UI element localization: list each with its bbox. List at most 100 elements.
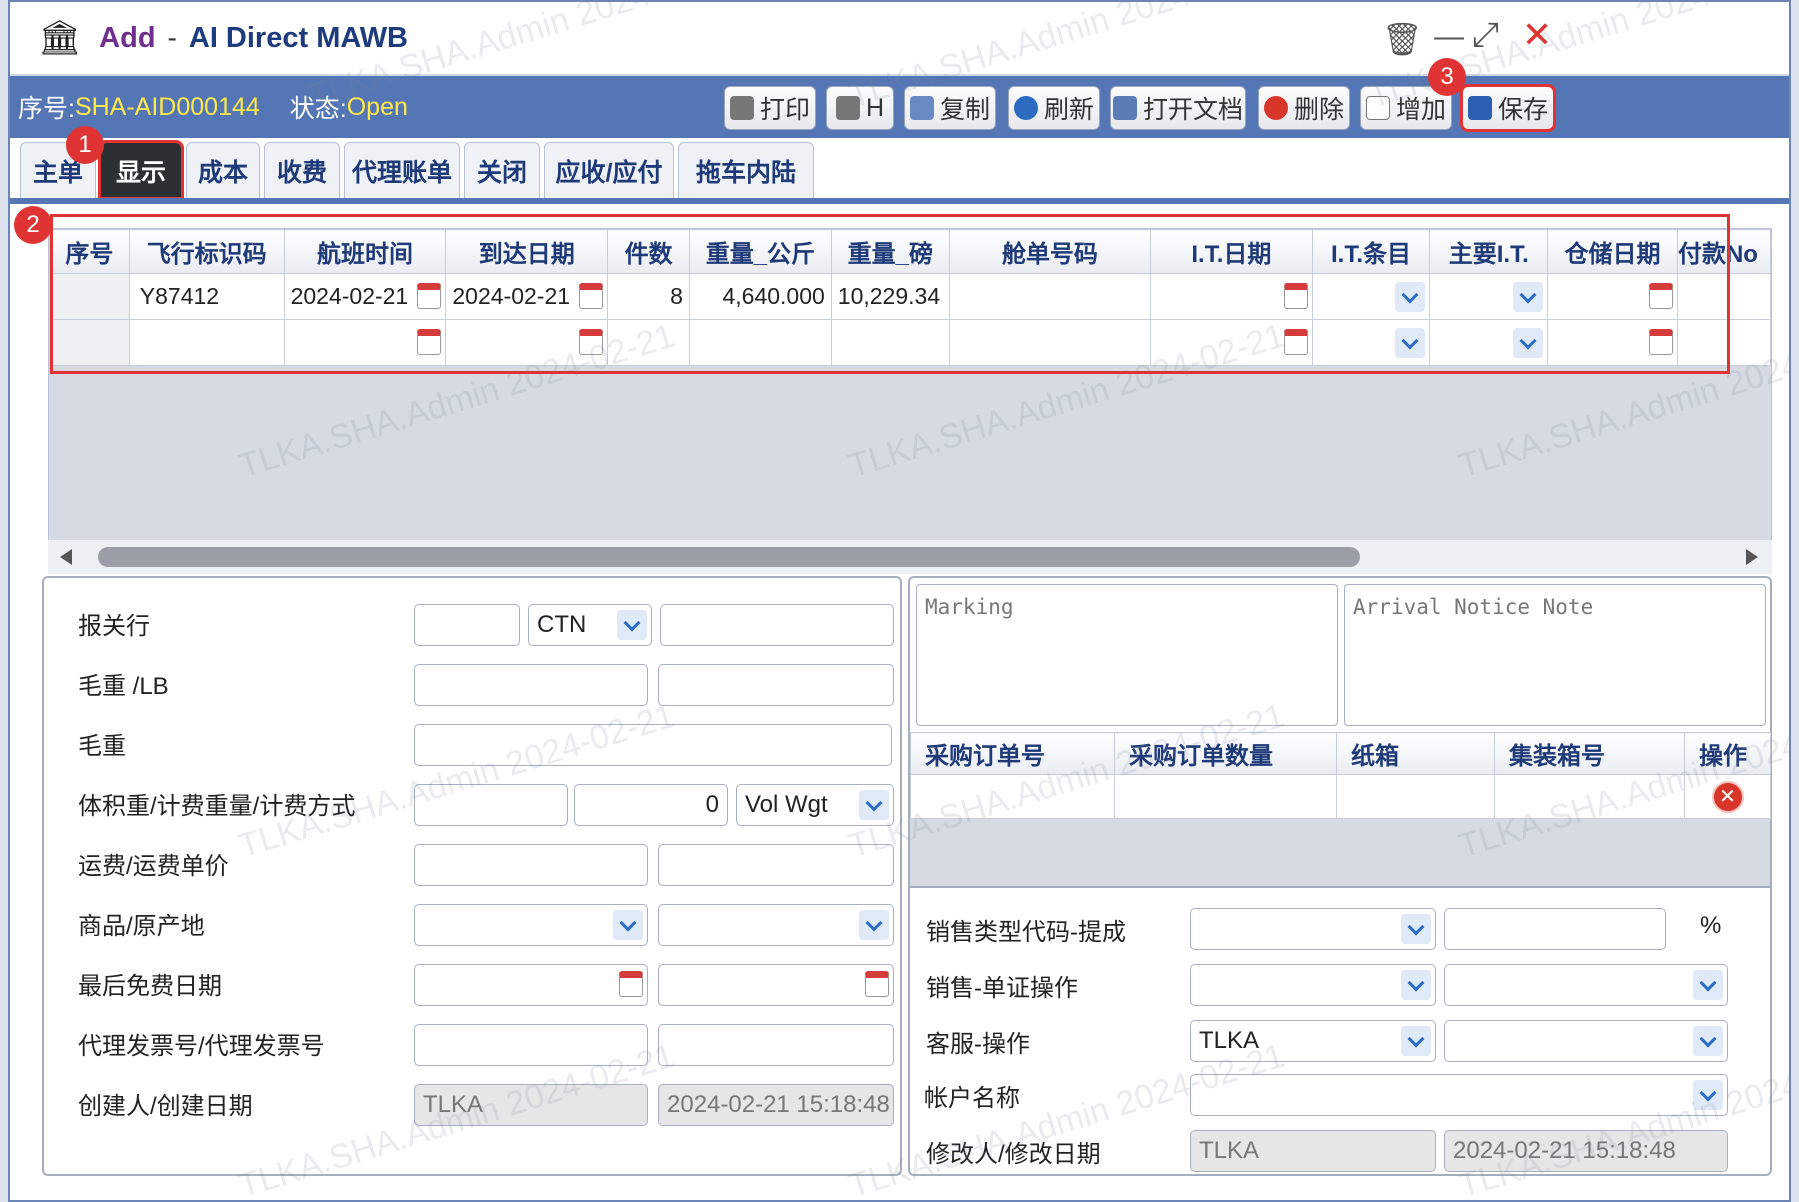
refresh-icon <box>1013 96 1038 120</box>
cs-label: 客服-操作 <box>926 1031 1030 1058</box>
status-value: Open <box>346 92 408 121</box>
account-select[interactable] <box>1190 1074 1728 1116</box>
col-header[interactable]: 操作 <box>1684 732 1771 775</box>
scroll-thumb[interactable] <box>98 547 1360 567</box>
gross-label: 毛重 <box>78 733 126 760</box>
charge-method-value: Vol Wgt <box>745 791 828 818</box>
printer-icon <box>835 96 860 120</box>
maximize-icon[interactable]: ⤢ <box>1472 16 1499 55</box>
operator-select[interactable] <box>1444 1020 1728 1062</box>
delete-icon <box>1263 96 1288 120</box>
chevron-down-icon[interactable] <box>1693 1026 1723 1056</box>
tab-underline <box>10 198 1789 204</box>
open-doc-icon <box>1112 96 1137 120</box>
chevron-down-icon[interactable] <box>859 910 889 940</box>
create-date-field: 2024-02-21 15:18:48 <box>658 1084 894 1126</box>
calendar-icon[interactable] <box>865 971 889 997</box>
annotation-badge-2: 2 <box>14 206 52 244</box>
copy-button[interactable]: 复制 <box>904 86 996 130</box>
col-header[interactable]: 采购订单号 <box>910 732 1115 775</box>
minimize-icon[interactable]: — <box>1434 20 1464 54</box>
header-toolbar: 序号: SHA-AID000144 状态: Open 打印 H 复制 刷新 打开… <box>10 76 1789 138</box>
agent-invoice-label: 代理发票号/代理发票号 <box>78 1033 325 1060</box>
chevron-down-icon[interactable] <box>1401 914 1431 944</box>
print-button[interactable]: 打印 <box>724 86 816 130</box>
chevron-down-icon[interactable] <box>617 610 647 640</box>
record-no-value: SHA-AID000144 <box>74 92 260 121</box>
chevron-down-icon[interactable] <box>1693 1080 1723 1110</box>
gross-lb-input-2[interactable] <box>658 664 894 706</box>
broker-label: 报关行 <box>78 613 150 640</box>
broker-unit-select[interactable]: CTN <box>528 604 652 646</box>
modifier-field: TLKA <box>1190 1130 1436 1172</box>
origin-select[interactable] <box>658 904 894 946</box>
tab-ar-ap[interactable]: 应收/应付 <box>544 142 674 198</box>
gross-input[interactable] <box>414 724 892 766</box>
status-label: 状态: <box>289 95 347 123</box>
col-header[interactable]: 集装箱号 <box>1494 732 1685 775</box>
trash-icon[interactable]: 🗑 <box>1382 20 1423 58</box>
close-icon[interactable]: ✕ <box>1522 14 1552 56</box>
sales-select[interactable] <box>1190 964 1436 1006</box>
tab-cost[interactable]: 成本 <box>186 142 260 198</box>
tab-bar: 主单 显示 成本 收费 代理账单 关闭 应收/应付 拖车内陆 <box>20 140 814 200</box>
scroll-left-icon[interactable] <box>60 549 72 565</box>
modifier-label: 修改人/修改日期 <box>926 1141 1101 1168</box>
col-header[interactable]: 采购订单数量 <box>1114 732 1337 775</box>
tab-agent-bill[interactable]: 代理账单 <box>344 142 460 198</box>
horizontal-scrollbar[interactable] <box>48 540 1772 574</box>
delete-row-icon[interactable]: ✕ <box>1711 780 1744 813</box>
freight-input[interactable] <box>414 844 648 886</box>
window-title: AI Direct MAWB <box>188 21 409 54</box>
po-qty-cell[interactable] <box>1114 774 1337 819</box>
percent-label: % <box>1700 912 1722 939</box>
broker-name-input[interactable] <box>660 604 894 646</box>
creator-label: 创建人/创建日期 <box>78 1093 253 1120</box>
arrival-notice-textarea[interactable]: Arrival Notice Note <box>1344 584 1766 726</box>
chevron-down-icon[interactable] <box>1401 970 1431 1000</box>
sales-type-select[interactable] <box>1190 908 1436 950</box>
po-no-cell[interactable] <box>910 774 1115 819</box>
vol-weight-input[interactable] <box>414 784 568 826</box>
free-date-input[interactable] <box>414 964 648 1006</box>
refresh-button[interactable]: 刷新 <box>1008 86 1100 130</box>
doc-operator-select[interactable] <box>1444 964 1728 1006</box>
chevron-down-icon[interactable] <box>859 790 889 820</box>
chevron-down-icon[interactable] <box>1401 1026 1431 1056</box>
carton-cell[interactable] <box>1336 774 1495 819</box>
broker-qty-input[interactable] <box>414 604 520 646</box>
cs-select[interactable]: TLKA <box>1190 1020 1436 1062</box>
open-document-button[interactable]: 打开文档 <box>1110 86 1246 130</box>
tab-display[interactable]: 显示 <box>98 140 184 200</box>
agent-invoice-input-2[interactable] <box>658 1024 894 1066</box>
chevron-down-icon[interactable] <box>1693 970 1723 1000</box>
freight-rate-input[interactable] <box>658 844 894 886</box>
title-bar: 🏛 Add - AI Direct MAWB 🗑 — ⤢ ✕ <box>10 2 1789 76</box>
gross-lb-input[interactable] <box>414 664 648 706</box>
annotation-badge-1: 1 <box>66 126 104 164</box>
save-button[interactable]: 保存 <box>1460 84 1556 132</box>
sales-doc-label: 销售-单证操作 <box>926 975 1078 1002</box>
delete-button[interactable]: 删除 <box>1258 86 1350 130</box>
marking-textarea[interactable]: Marking <box>916 584 1338 726</box>
tab-charge[interactable]: 收费 <box>264 142 340 198</box>
chargeable-weight-input[interactable]: 0 <box>574 784 728 826</box>
calendar-icon[interactable] <box>619 971 643 997</box>
agent-invoice-input[interactable] <box>414 1024 648 1066</box>
charge-method-select[interactable]: Vol Wgt <box>736 784 894 826</box>
table-row: ✕ <box>910 774 1771 819</box>
free-date-input-2[interactable] <box>658 964 894 1006</box>
commodity-select[interactable] <box>414 904 648 946</box>
scroll-right-icon[interactable] <box>1746 549 1758 565</box>
tab-trucking[interactable]: 拖车内陆 <box>678 142 814 198</box>
col-header[interactable]: 纸箱 <box>1336 732 1495 775</box>
commission-input[interactable] <box>1444 908 1666 950</box>
po-table: 采购订单号 采购订单数量 纸箱 集装箱号 操作 ✕ <box>910 732 1771 819</box>
chevron-down-icon[interactable] <box>613 910 643 940</box>
annotation-badge-3: 3 <box>1428 58 1466 96</box>
copy-icon <box>909 96 934 120</box>
tab-close[interactable]: 关闭 <box>464 142 540 198</box>
account-label: 帐户名称 <box>924 1085 1020 1112</box>
container-cell[interactable] <box>1494 774 1685 819</box>
print-h-button[interactable]: H <box>826 86 894 130</box>
